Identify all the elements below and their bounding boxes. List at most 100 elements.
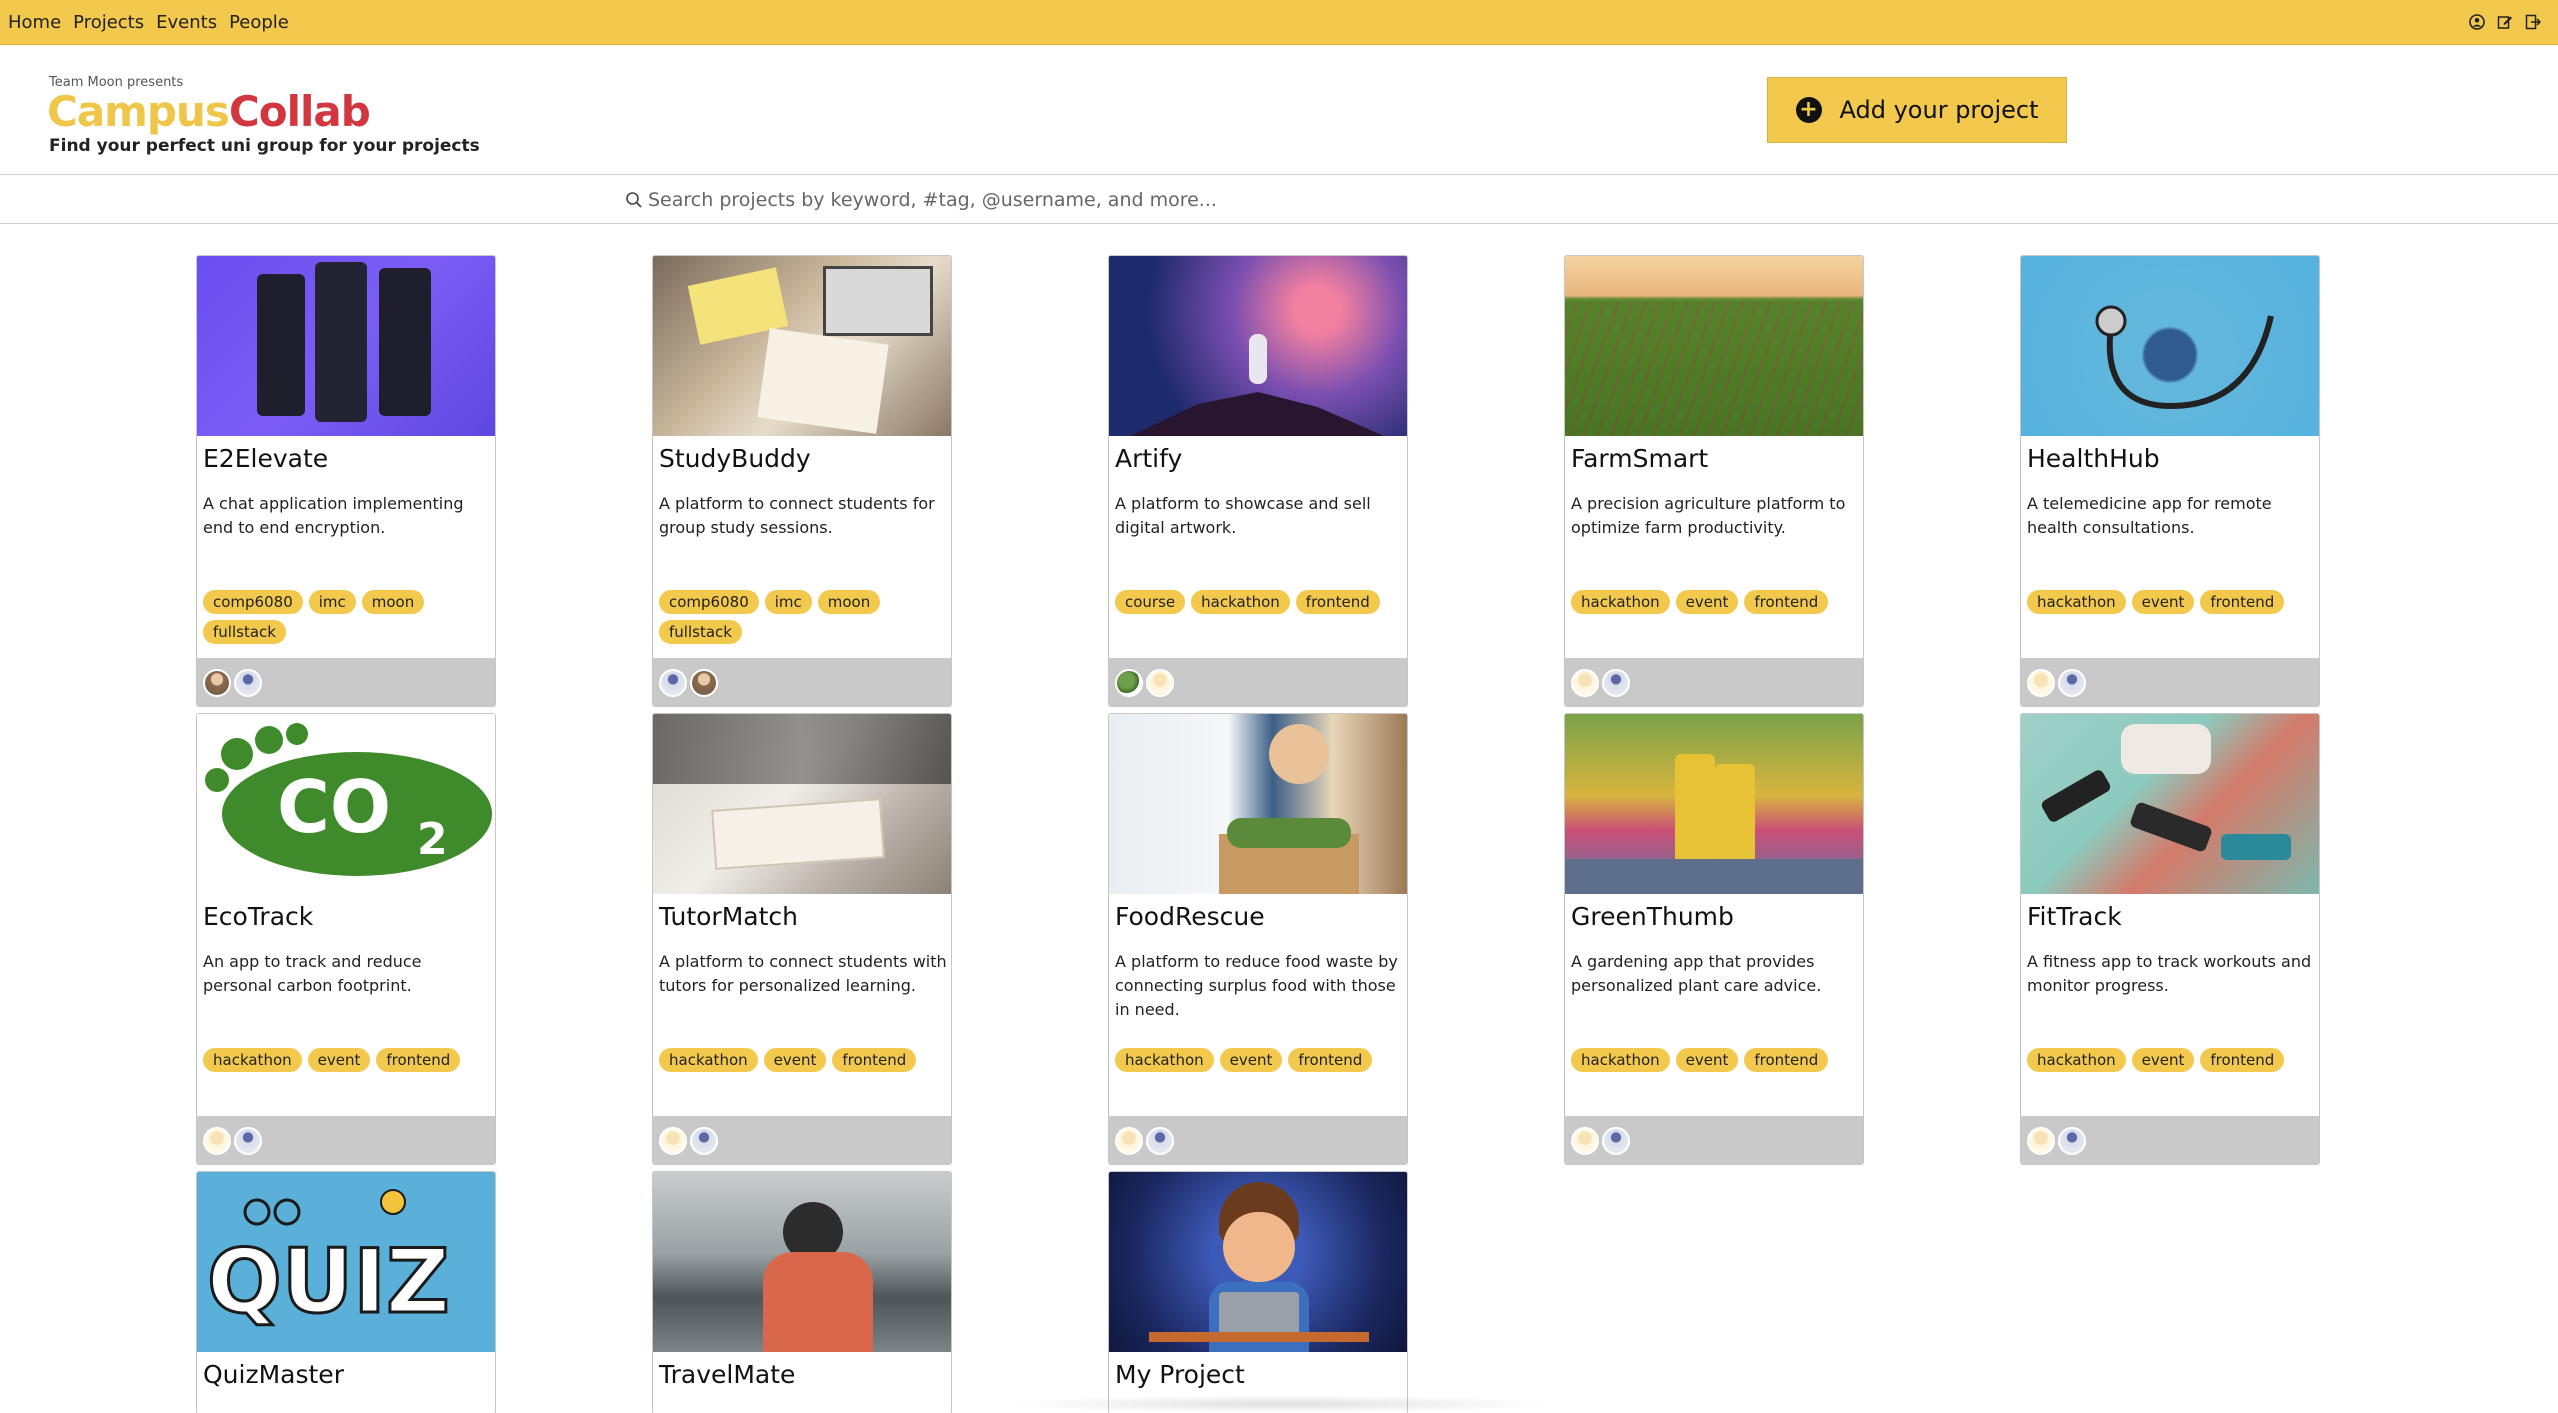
member-avatar[interactable] <box>1146 1126 1174 1155</box>
project-title[interactable]: FoodRescue <box>1115 902 1265 931</box>
project-card[interactable]: QUIZ QuizMaster <box>196 1171 496 1413</box>
member-avatar[interactable] <box>2027 1126 2055 1155</box>
project-title[interactable]: GreenThumb <box>1571 902 1734 931</box>
project-image <box>2021 256 2319 436</box>
project-card[interactable]: CO 2 EcoTrack An app to track and reduce… <box>196 713 496 1165</box>
tag-chip[interactable]: comp6080 <box>203 590 303 614</box>
project-card[interactable]: My Project <box>1108 1171 1408 1413</box>
tag-chip[interactable]: hackathon <box>203 1048 302 1072</box>
member-avatar[interactable] <box>659 668 687 697</box>
project-title[interactable]: QuizMaster <box>203 1360 344 1389</box>
tag-chip[interactable]: fullstack <box>203 620 286 644</box>
project-card[interactable]: FarmSmart A precision agriculture platfo… <box>1564 255 1864 707</box>
tag-chip[interactable]: hackathon <box>2027 1048 2126 1072</box>
member-avatar[interactable] <box>690 668 718 697</box>
add-project-button[interactable]: + Add your project <box>1767 77 2067 143</box>
member-avatar[interactable] <box>2058 1126 2086 1155</box>
project-image: CO 2 <box>197 714 495 894</box>
project-card[interactable]: TutorMatch A platform to connect student… <box>652 713 952 1165</box>
member-avatar[interactable] <box>1602 668 1630 697</box>
tag-chip[interactable]: imc <box>308 590 356 614</box>
project-card[interactable]: FoodRescue A platform to reduce food was… <box>1108 713 1408 1165</box>
nav-people-link[interactable]: People <box>229 12 289 33</box>
tag-chip[interactable]: hackathon <box>659 1048 758 1072</box>
tag-chip[interactable]: event <box>1219 1048 1283 1072</box>
member-avatar[interactable] <box>203 1126 231 1155</box>
member-avatar[interactable] <box>659 1126 687 1155</box>
tag-chip[interactable]: event <box>307 1048 371 1072</box>
project-title[interactable]: Artify <box>1115 444 1182 473</box>
tag-chip[interactable]: frontend <box>832 1048 917 1072</box>
tag-chip[interactable]: comp6080 <box>659 590 759 614</box>
nav-home-link[interactable]: Home <box>8 12 61 33</box>
tag-chip[interactable]: event <box>1675 590 1739 614</box>
tag-chip[interactable]: hackathon <box>1191 590 1290 614</box>
project-title[interactable]: E2Elevate <box>203 444 328 473</box>
plus-circle-icon: + <box>1795 97 1822 123</box>
tag-chip[interactable]: frontend <box>2200 1048 2285 1072</box>
tag-chip[interactable]: course <box>1115 590 1186 614</box>
site-header: Team Moon presents CampusCollab Find you… <box>0 45 2558 175</box>
project-card[interactable]: HealthHub A telemedicine app for remote … <box>2020 255 2320 707</box>
project-image <box>2021 714 2319 894</box>
tag-chip[interactable]: imc <box>764 590 812 614</box>
project-title[interactable]: FarmSmart <box>1571 444 1708 473</box>
tag-chip[interactable]: hackathon <box>2027 590 2126 614</box>
project-card[interactable]: E2Elevate A chat application implementin… <box>196 255 496 707</box>
user-circle-icon[interactable] <box>2468 13 2486 31</box>
member-avatar[interactable] <box>1602 1126 1630 1155</box>
member-avatar[interactable] <box>1115 1126 1143 1155</box>
search-input[interactable] <box>648 184 2048 216</box>
edit-icon[interactable] <box>2496 13 2514 31</box>
tag-chip[interactable]: frontend <box>1744 1048 1829 1072</box>
member-avatar[interactable] <box>2027 668 2055 697</box>
tag-chip[interactable]: event <box>2131 590 2195 614</box>
project-title[interactable]: HealthHub <box>2027 444 2160 473</box>
project-image <box>1109 256 1407 436</box>
member-avatar[interactable] <box>234 1126 262 1155</box>
add-project-label: Add your project <box>1839 96 2039 124</box>
tag-chip[interactable]: moon <box>817 590 881 614</box>
member-avatar[interactable] <box>1571 668 1599 697</box>
member-avatar[interactable] <box>234 668 262 697</box>
tag-chip[interactable]: event <box>2131 1048 2195 1072</box>
card-footer <box>653 1116 951 1164</box>
tag-chip[interactable]: frontend <box>1288 1048 1373 1072</box>
project-title[interactable]: TravelMate <box>659 1360 795 1389</box>
member-avatar[interactable] <box>1146 668 1174 697</box>
project-card[interactable]: TravelMate <box>652 1171 952 1413</box>
tag-chip[interactable]: frontend <box>376 1048 461 1072</box>
nav-events-link[interactable]: Events <box>156 12 217 33</box>
site-logo[interactable]: CampusCollab <box>47 87 371 136</box>
tag-chip[interactable]: frontend <box>2200 590 2285 614</box>
tag-chip[interactable]: frontend <box>1744 590 1829 614</box>
member-avatar[interactable] <box>1571 1126 1599 1155</box>
logout-icon[interactable] <box>2524 13 2542 31</box>
member-avatar[interactable] <box>203 668 231 697</box>
project-image: QUIZ <box>197 1172 495 1352</box>
tag-chip[interactable]: fullstack <box>659 620 742 644</box>
project-title[interactable]: FitTrack <box>2027 902 2122 931</box>
nav-links: Home Projects Events People <box>8 12 289 33</box>
member-avatar[interactable] <box>690 1126 718 1155</box>
tag-chip[interactable]: hackathon <box>1571 1048 1670 1072</box>
tag-chip[interactable]: event <box>763 1048 827 1072</box>
tag-chip[interactable]: hackathon <box>1115 1048 1214 1072</box>
tag-chip[interactable]: frontend <box>1295 590 1380 614</box>
tag-chip[interactable]: moon <box>361 590 425 614</box>
member-avatar[interactable] <box>2058 668 2086 697</box>
project-card[interactable]: GreenThumb A gardening app that provides… <box>1564 713 1864 1165</box>
project-card[interactable]: FitTrack A fitness app to track workouts… <box>2020 713 2320 1165</box>
tag-chip[interactable]: hackathon <box>1571 590 1670 614</box>
project-card[interactable]: StudyBuddy A platform to connect student… <box>652 255 952 707</box>
project-card[interactable]: Artify A platform to showcase and sell d… <box>1108 255 1408 707</box>
project-title[interactable]: My Project <box>1115 1360 1245 1389</box>
member-avatar[interactable] <box>1115 668 1143 697</box>
card-footer <box>1565 658 1863 706</box>
project-description: A telemedicine app for remote health con… <box>2027 494 2272 537</box>
project-title[interactable]: StudyBuddy <box>659 444 811 473</box>
project-title[interactable]: TutorMatch <box>659 902 798 931</box>
project-title[interactable]: EcoTrack <box>203 902 313 931</box>
nav-projects-link[interactable]: Projects <box>73 12 144 33</box>
tag-chip[interactable]: event <box>1675 1048 1739 1072</box>
